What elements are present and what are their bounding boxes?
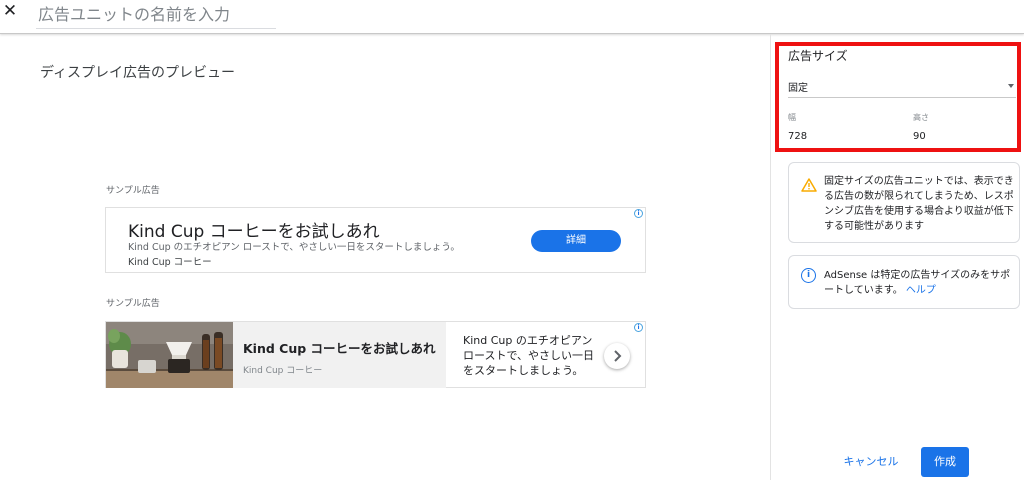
warning-text: 固定サイズの広告ユニットでは、表示できる広告の数が限られてしまうため、レスポンシ… xyxy=(824,176,1014,232)
ad-headline: Kind Cup コーヒーをお試しあれ xyxy=(243,341,436,356)
width-label: 幅 xyxy=(788,113,796,122)
sample-ad-image: Kind Cup コーヒーをお試しあれ Kind Cup コーヒー Kind C… xyxy=(105,321,646,388)
sample-ad-label: サンプル広告 xyxy=(106,186,160,196)
warning-icon xyxy=(801,178,817,192)
height-field[interactable] xyxy=(913,128,993,144)
ad-size-select-value: 固定 xyxy=(788,83,808,94)
info-text: AdSense は特定の広告サイズのみをサポートしています。 ヘルプ xyxy=(824,268,1014,298)
top-bar: ✕ xyxy=(0,0,1024,34)
preview-title: ディスプレイ広告のプレビュー xyxy=(40,65,236,81)
ad-headline-panel: Kind Cup コーヒーをお試しあれ Kind Cup コーヒー xyxy=(233,322,446,388)
coffee-photo xyxy=(106,322,233,388)
ad-description: Kind Cup のエチオピアン ローストで、やさしい一日をスタートしましょう。 xyxy=(463,334,595,377)
adchoices-info-icon[interactable]: i xyxy=(634,323,643,332)
ad-size-title: 広告サイズ xyxy=(788,49,848,63)
cancel-button[interactable]: キャンセル xyxy=(838,447,904,477)
info-card: i AdSense は特定の広告サイズのみをサポートしています。 ヘルプ xyxy=(788,255,1020,309)
panel-divider xyxy=(770,34,771,480)
ad-advertiser: Kind Cup コーヒー xyxy=(128,257,212,268)
warning-card: 固定サイズの広告ユニットでは、表示できる広告の数が限られてしまうため、レスポンシ… xyxy=(788,162,1020,243)
adchoices-info-icon[interactable]: i xyxy=(634,209,643,218)
create-button[interactable]: 作成 xyxy=(921,447,969,477)
chevron-down-icon xyxy=(1008,84,1014,88)
ad-description: Kind Cup のエチオピアン ローストで、やさしい一日をスタートしましょう。 xyxy=(128,242,460,253)
ad-cta-button[interactable]: 詳細 xyxy=(531,230,621,252)
height-label: 高さ xyxy=(913,113,929,122)
width-field[interactable] xyxy=(788,128,868,144)
close-icon[interactable]: ✕ xyxy=(2,2,18,20)
sample-ad-text: Kind Cup コーヒーをお試しあれ Kind Cup のエチオピアン ロース… xyxy=(105,207,646,273)
help-link[interactable]: ヘルプ xyxy=(906,285,936,296)
sample-ad-label: サンプル広告 xyxy=(106,299,160,309)
ad-unit-name-input[interactable] xyxy=(36,1,276,29)
ad-advertiser: Kind Cup コーヒー xyxy=(243,366,323,376)
chevron-right-icon[interactable] xyxy=(604,343,630,369)
info-icon: i xyxy=(801,268,816,283)
ad-size-select[interactable]: 固定 xyxy=(788,74,1016,98)
